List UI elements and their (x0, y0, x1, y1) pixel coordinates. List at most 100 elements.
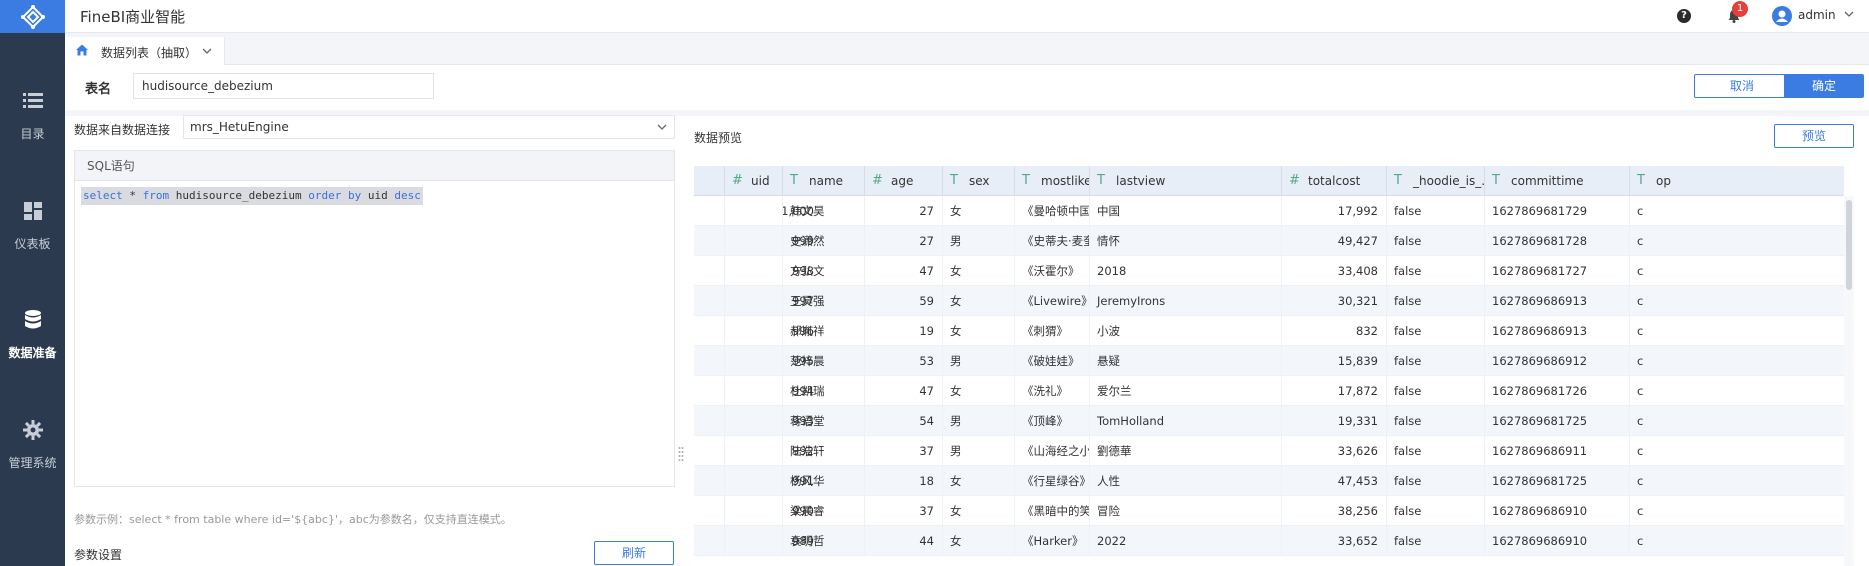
nav-item-catalog[interactable]: 目录 (0, 65, 65, 165)
column-header[interactable]: Tlastview (1089, 166, 1281, 196)
table-cell: 女 (942, 256, 1014, 286)
column-header[interactable]: Tname (782, 166, 864, 196)
table-cell: false (1386, 346, 1484, 376)
sql-editor[interactable]: select * from hudisource_debezium order … (81, 187, 423, 205)
app-root: 目录 仪表板 数据准备 管理系统 FineBI商业智能 ? 1 admin 数据… (0, 0, 1869, 566)
table-row[interactable]: 1,000韩文昊27女《曼哈顿中国女孩》中国17,992false1627869… (694, 196, 1844, 226)
table-cell: 1627869681729 (1484, 196, 1629, 226)
table-row[interactable]: 999史潇然27男《史蒂夫·麦奎因》情怀49,427false162786968… (694, 226, 1844, 256)
preview-button[interactable]: 预览 (1774, 124, 1854, 148)
table-cell: c (1629, 196, 1689, 226)
table-cell: 2022 (1089, 526, 1281, 556)
table-cell: 37 (864, 496, 942, 526)
table-row[interactable]: 996 郝胤祥 19 女《刺猬》 小波 832 false 1627869686913 c (694, 316, 1844, 346)
column-header-label: op (1656, 174, 1671, 188)
sql-keyword: by (347, 189, 362, 202)
column-header-label: mostlike (1041, 174, 1089, 188)
table-cell: 1627869681728 (1484, 226, 1629, 256)
table-cell: 47,453 (1281, 466, 1386, 496)
nav-label: 管理系统 (8, 455, 57, 470)
table-cell: 王昊强 (782, 286, 864, 316)
column-header[interactable]: Tmostlike (1014, 166, 1089, 196)
tab-data-list[interactable]: 数据列表（抽取） (65, 37, 225, 65)
table-cell: 郝胤祥 (782, 316, 864, 346)
numeric-type-icon: # (1289, 173, 1300, 188)
top-bar: FineBI商业智能 ? 1 admin (65, 0, 1869, 33)
table-row[interactable]: 998 方弘文 47 女《沃霍尔》 2018 33,408 false 16278696817… (694, 256, 1844, 286)
column-header[interactable]: # age (864, 166, 942, 196)
table-row[interactable]: 993 蒋语堂 54 男《顶峰》 TomHolland 19,331 false 162786… (694, 406, 1844, 436)
table-row[interactable]: 991 杨风华 18 女《行星绿谷》 人性 47,453 false 162786968172… (694, 466, 1844, 496)
column-header-label: name (809, 174, 844, 188)
chevron-down-icon[interactable] (1843, 8, 1855, 20)
cancel-button[interactable]: 取消 (1694, 74, 1790, 98)
table-cell: 《洗礼》 (1014, 376, 1089, 406)
confirm-button[interactable]: 确定 (1784, 74, 1864, 98)
table-cell: 女 (942, 196, 1014, 226)
table-cell: c (1629, 346, 1689, 376)
table-cell: 中国 (1089, 196, 1281, 226)
data-source-label: 数据来自数据连接 (74, 123, 171, 137)
column-header-label: uid (751, 174, 770, 188)
table-cell: 38,256 (1281, 496, 1386, 526)
table-row[interactable]: 995 范梓晨 53 男《破娃娃》 悬疑 15,839 false 1627869686912… (694, 346, 1844, 376)
nav-item-data-prep[interactable]: 数据准备 (0, 284, 65, 384)
avatar[interactable] (1772, 6, 1792, 26)
table-row[interactable]: 992陆浩轩37男《山海经之小人国》劉德華33,626false16278696… (694, 436, 1844, 466)
vertical-scrollbar[interactable] (1844, 196, 1854, 566)
table-cell: 韩文昊 (782, 196, 864, 226)
column-header[interactable]: T _hoodie_is_... (1386, 166, 1484, 196)
table-row[interactable]: 989 袁明哲 44 女《Harker》 2022 33,652 false 16278696… (694, 526, 1844, 556)
table-cell: 17,872 (1281, 376, 1386, 406)
column-header[interactable]: Tsex (942, 166, 1014, 196)
table-cell: 男 (942, 346, 1014, 376)
chevron-down-icon (657, 124, 667, 130)
table-cell: 15,839 (1281, 346, 1386, 376)
table-cell: 蒋语堂 (782, 406, 864, 436)
table-cell: 1627869686913 (1484, 316, 1629, 346)
nav-item-dashboard[interactable]: 仪表板 (0, 175, 65, 275)
table-cell: 人性 (1089, 466, 1281, 496)
table-cell: 女 (942, 316, 1014, 346)
table-cell: 《破娃娃》 (1014, 346, 1089, 376)
table-cell: false (1386, 226, 1484, 256)
data-connection-select[interactable]: mrs_HetuEngine (183, 115, 675, 139)
table-cell: 19,331 (1281, 406, 1386, 436)
table-name-input[interactable] (133, 73, 434, 99)
finebi-logo[interactable] (0, 0, 65, 33)
param-hint: 参数示例：select * from table where id='${abc… (74, 513, 512, 526)
user-name[interactable]: admin (1798, 8, 1836, 22)
table-row[interactable]: 994 杜凯瑞 47 女《洗礼》 爱尔兰 17,872 false 1627869681726… (694, 376, 1844, 406)
column-header[interactable]: Tcommittime (1484, 166, 1629, 196)
chevron-down-icon[interactable] (201, 45, 213, 57)
text-type-icon: T (1394, 173, 1402, 188)
table-cell: 1627869681727 (1484, 256, 1629, 286)
scrollbar-thumb[interactable] (1846, 200, 1852, 290)
table-cell: 女 (942, 526, 1014, 556)
table-cell: 范梓晨 (782, 346, 864, 376)
table-cell: false (1386, 436, 1484, 466)
refresh-button[interactable]: 刷新 (594, 541, 674, 565)
table-cell: 《顶峰》 (1014, 406, 1089, 436)
table-cell: false (1386, 316, 1484, 346)
table-cell: 18 (864, 466, 942, 496)
table-name-label: 表名 (85, 82, 112, 97)
table-cell: false (1386, 466, 1484, 496)
column-header[interactable]: # totalcost (1281, 166, 1386, 196)
sql-keyword: order (308, 189, 342, 202)
table-row[interactable]: 990梁晨睿37女《黑暗中的笑声》冒险38,256false1627869686… (694, 496, 1844, 526)
table-cell: 19 (864, 316, 942, 346)
sql-keyword: from (142, 189, 170, 202)
resize-handle-icon[interactable] (678, 446, 684, 462)
column-header[interactable]: Top (1629, 166, 1689, 196)
sql-keyword: desc (394, 189, 421, 202)
nav-item-admin[interactable]: 管理系统 (0, 394, 65, 494)
table-cell: JeremyIrons (1089, 286, 1281, 316)
table-cell: 悬疑 (1089, 346, 1281, 376)
table-row[interactable]: 997 王昊强 59 女《Livewire》 JeremyIrons 30,321 fals… (694, 286, 1844, 316)
table-cell: c (1629, 466, 1689, 496)
table-cell: 59 (864, 286, 942, 316)
table-cell: 女 (942, 466, 1014, 496)
help-icon[interactable]: ? (1677, 9, 1691, 23)
table-cell: 男 (942, 436, 1014, 466)
